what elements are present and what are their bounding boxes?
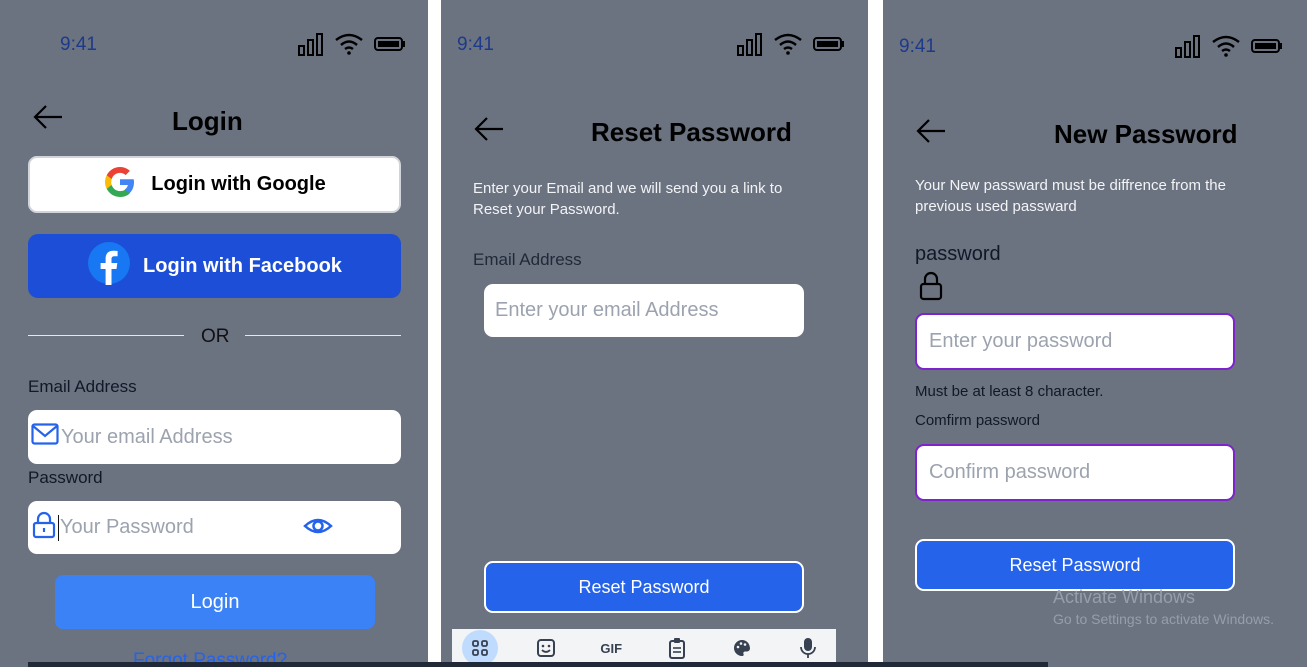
battery-icon (374, 36, 406, 52)
wifi-icon (334, 33, 364, 55)
activate-windows-title: Activate Windows (1053, 587, 1196, 607)
email-field[interactable]: Your email Address (28, 410, 401, 464)
status-time: 9:41 (60, 34, 97, 55)
status-icons (737, 32, 845, 56)
palette-icon[interactable] (724, 630, 760, 666)
google-button-label: Login with Google (151, 173, 326, 195)
email-placeholder: Enter your email Address (495, 299, 719, 321)
page-title: Reset Password (591, 117, 792, 147)
activate-windows-subtitle: Go to Settings to activate Windows. (1053, 611, 1274, 627)
back-arrow-icon[interactable] (915, 117, 949, 145)
taskbar-edge (28, 662, 1048, 667)
divider-left (28, 335, 184, 336)
status-time: 9:41 (457, 34, 494, 55)
reset-password-button[interactable]: Reset Password (915, 539, 1235, 591)
google-logo-icon (103, 165, 137, 205)
back-arrow-icon[interactable] (32, 103, 66, 131)
facebook-logo-icon (87, 241, 131, 291)
password-placeholder: Your Password (60, 516, 194, 538)
back-arrow-icon[interactable] (473, 115, 507, 143)
confirm-placeholder: Confirm password (929, 461, 1091, 483)
divider-right (245, 335, 401, 336)
page-title: New Password (1054, 119, 1238, 149)
lock-icon (32, 511, 56, 545)
password-hint: Must be at least 8 character. (915, 383, 1104, 400)
reset-password-button[interactable]: Reset Password (484, 561, 804, 613)
eye-icon[interactable] (303, 513, 333, 544)
confirm-password-field[interactable]: Confirm password (915, 444, 1235, 501)
sticker-icon[interactable] (528, 630, 564, 666)
reset-button-label: Reset Password (578, 576, 710, 597)
status-icons (1175, 34, 1283, 58)
clipboard-icon[interactable] (659, 630, 695, 666)
login-button[interactable]: Login (55, 575, 375, 629)
login-with-facebook-button[interactable]: Login with Facebook (28, 234, 401, 298)
gif-label: GIF (600, 640, 623, 656)
reset-description: Enter your Email and we will send you a … (473, 180, 783, 218)
new-password-screen: 9:41 New Password Your New passward must… (883, 0, 1307, 667)
reset-button-label: Reset Password (1009, 554, 1141, 575)
new-password-description: Your New passward must be diffrence from… (915, 177, 1226, 215)
or-separator: OR (201, 326, 230, 347)
email-label: Email Address (28, 377, 137, 396)
page-title: Login (172, 106, 243, 136)
password-placeholder: Enter your password (929, 330, 1113, 352)
email-label: Email Address (473, 250, 582, 269)
text-cursor (58, 514, 59, 541)
apps-icon[interactable] (462, 630, 498, 666)
signal-icon (737, 32, 763, 56)
battery-icon (813, 36, 845, 52)
wifi-icon (1211, 35, 1241, 57)
email-placeholder: Your email Address (61, 425, 233, 448)
password-label: Password (28, 468, 103, 487)
facebook-button-label: Login with Facebook (143, 254, 342, 277)
password-label: password (915, 243, 1001, 265)
status-icons (298, 32, 406, 56)
reset-password-screen: 9:41 Reset Password Enter your Email and… (441, 0, 868, 667)
status-time: 9:41 (899, 36, 936, 57)
confirm-password-label: Comfirm password (915, 412, 1041, 429)
lock-icon (919, 271, 943, 306)
gif-icon[interactable]: GIF (593, 630, 629, 666)
password-field[interactable]: Your Password (28, 501, 401, 554)
signal-icon (298, 32, 324, 56)
login-button-label: Login (190, 590, 240, 613)
email-field[interactable]: Enter your email Address (484, 284, 804, 337)
envelope-icon (31, 423, 59, 451)
wifi-icon (773, 33, 803, 55)
login-with-google-button[interactable]: Login with Google (28, 156, 401, 213)
new-password-field[interactable]: Enter your password (915, 313, 1235, 370)
login-screen: 9:41 Login Login with Google Login with … (0, 0, 428, 667)
mic-icon[interactable] (790, 630, 826, 666)
battery-icon (1251, 38, 1283, 54)
signal-icon (1175, 34, 1201, 58)
